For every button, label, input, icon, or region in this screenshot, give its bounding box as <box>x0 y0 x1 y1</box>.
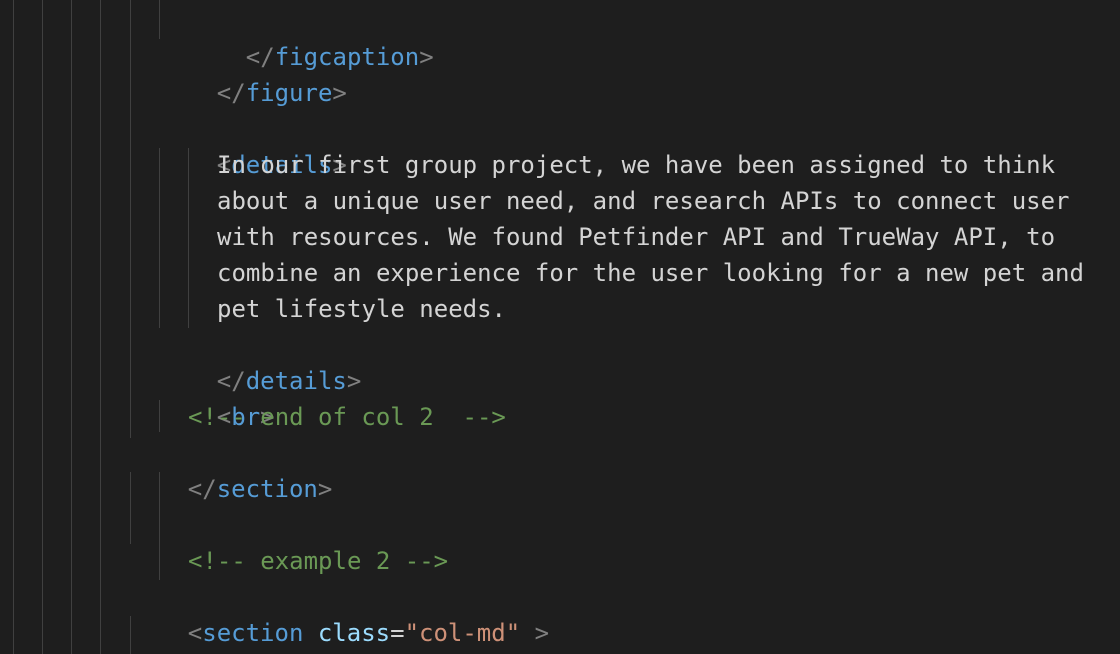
code-line: </details> <box>0 327 362 395</box>
text-content-line: combine an experience for the user looki… <box>217 259 1084 287</box>
tag-bracket: </ <box>187 475 217 503</box>
code-line: <br> <box>0 363 275 431</box>
tag-bracket: > <box>419 43 434 71</box>
tag-bracket: > <box>346 367 362 395</box>
tag-name: figure <box>245 79 333 107</box>
tag-bracket: </ <box>216 79 246 107</box>
text-content-line: In our first group project, we have been… <box>217 151 1056 179</box>
code-line: <Br> <box>0 615 275 651</box>
code-line: </figcaption> <box>0 3 434 71</box>
code-line: </figure> <box>0 39 347 107</box>
attribute-equals: = <box>390 619 405 647</box>
code-line: </section> <box>0 435 333 503</box>
tag-bracket: > <box>520 619 550 647</box>
text-content-line: pet lifestyle needs. <box>217 295 506 323</box>
tag-name: section <box>216 475 318 503</box>
code-line: <section class="col-md" > <box>0 579 549 647</box>
text-content-line: about a unique user need, and research A… <box>217 187 1070 215</box>
code-comment: <!-- end of col 2 --> <box>188 403 506 431</box>
code-comment: <!-- example 2 --> <box>188 547 449 575</box>
tag-bracket: > <box>332 79 347 107</box>
attribute-value: "col-md" <box>404 619 521 647</box>
tag-bracket: > <box>317 475 333 503</box>
code-line: <details> <box>0 111 347 179</box>
code-editor[interactable]: </figcaption> </figure> <details> In our… <box>0 0 1120 654</box>
attribute-name: class <box>317 619 391 647</box>
text-content-line: with resources. We found Petfinder API a… <box>217 223 1056 251</box>
